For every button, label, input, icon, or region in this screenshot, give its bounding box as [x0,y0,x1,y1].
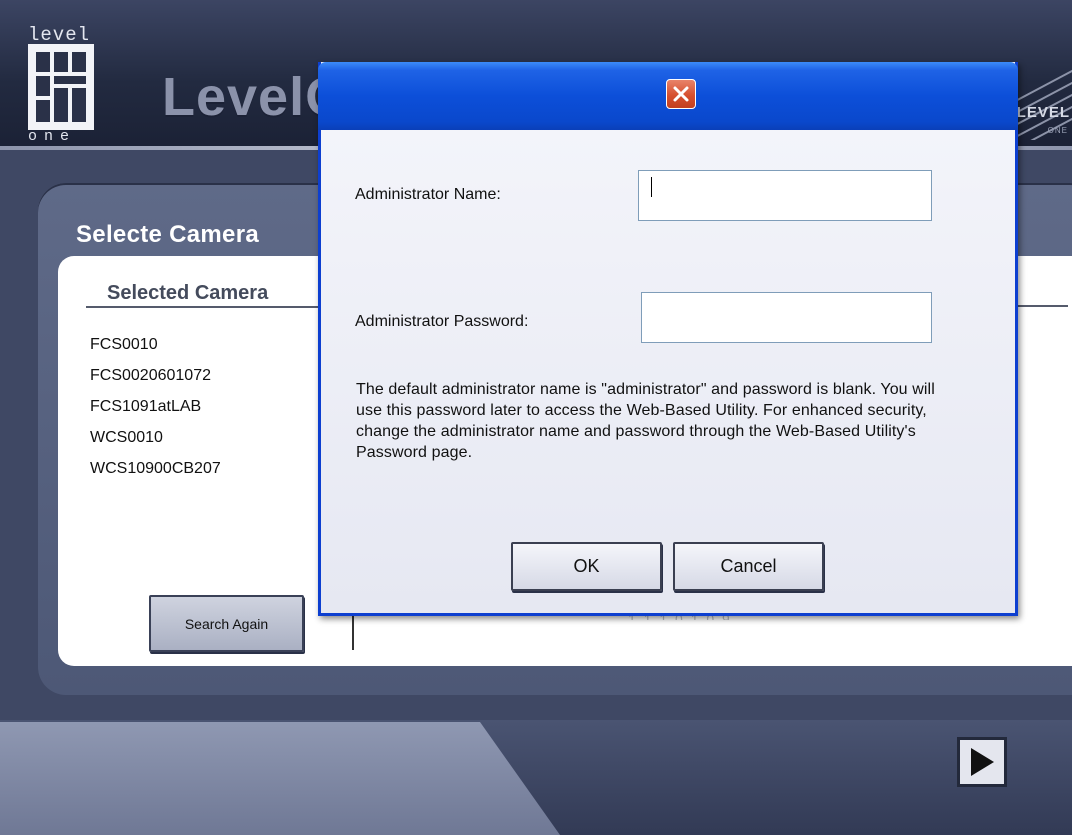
column-header: Selected Camera [107,282,269,304]
close-button[interactable] [666,79,696,109]
admin-name-label: Administrator Name: [355,186,501,203]
logo-bottom-text: one [28,128,77,145]
text-caret [651,177,652,197]
logo-grid-icon [28,44,94,130]
search-again-button[interactable]: Search Again [149,595,304,652]
ok-button[interactable]: OK [511,542,662,591]
brand-right: LEVEL [1016,104,1070,121]
camera-list-item[interactable]: FCS1091atLAB [90,391,221,422]
play-arrow-icon [971,748,994,776]
camera-list-item[interactable]: FCS0020601072 [90,360,221,391]
right-column-underline [1010,305,1068,307]
camera-list: FCS0010 FCS0020601072 FCS1091atLAB WCS00… [90,329,221,484]
camera-list-item[interactable]: WCS0010 [90,422,221,453]
panel-title: Selecte Camera [76,221,259,248]
camera-list-item[interactable]: FCS0010 [90,329,221,360]
column-divider [352,612,354,650]
close-x-icon [673,86,689,102]
cancel-button[interactable]: Cancel [673,542,824,591]
admin-password-label: Administrator Password: [355,313,529,330]
next-button[interactable] [957,737,1007,787]
column-header-underline [86,306,318,308]
footer-tab [0,722,560,835]
camera-list-item[interactable]: WCS10900CB207 [90,453,221,484]
levelone-logo: level one [28,24,114,145]
admin-name-input[interactable] [638,170,932,221]
admin-password-input[interactable] [641,292,932,343]
logo-top-text: level [28,24,91,46]
dialog-message: The default administrator name is "admin… [356,381,935,461]
brand-right-sub: ONE [1047,126,1068,135]
